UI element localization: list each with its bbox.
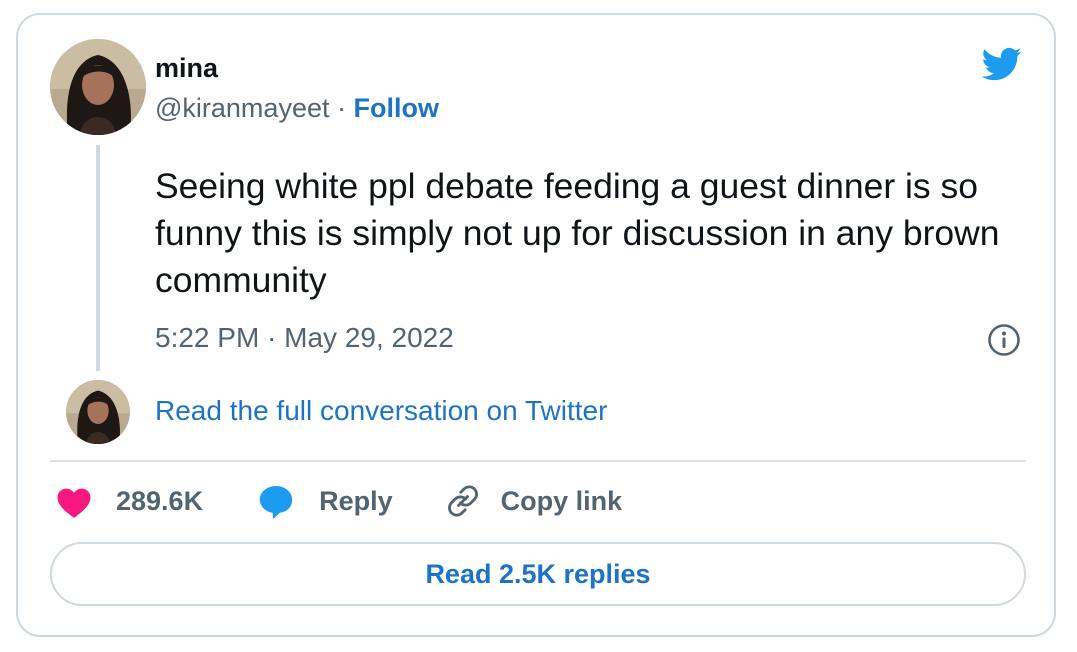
- separator-dot: ·: [337, 93, 346, 123]
- tweet-text: Seeing white ppl debate feeding a guest …: [155, 166, 1000, 300]
- avatar[interactable]: [50, 39, 146, 135]
- reply-button[interactable]: Reply: [257, 482, 393, 520]
- copy-link-label: Copy link: [500, 485, 623, 516]
- avatar-photo-small: [66, 380, 130, 444]
- embedded-tweet-card: mina @kiranmayeet · Follow Seeing white …: [16, 13, 1056, 637]
- follow-button[interactable]: Follow: [354, 93, 439, 123]
- action-bar: 289.6K Reply Copy link: [56, 481, 622, 521]
- link-icon: [445, 483, 481, 519]
- copy-link-button[interactable]: Copy link: [445, 483, 623, 519]
- read-conversation-link[interactable]: Read the full conversation on Twitter: [155, 395, 607, 427]
- reply-label: Reply: [319, 485, 393, 516]
- avatar-photo: [50, 39, 146, 135]
- like-count: 289.6K: [116, 485, 204, 516]
- tweet-timestamp[interactable]: 5:22 PM · May 29, 2022: [155, 322, 454, 354]
- read-replies-label: Read 2.5K replies: [425, 558, 651, 589]
- speech-bubble-icon: [257, 482, 295, 520]
- display-name[interactable]: mina: [155, 53, 218, 84]
- user-handle[interactable]: @kiranmayeet: [155, 93, 329, 123]
- like-button[interactable]: 289.6K: [56, 485, 203, 518]
- heart-icon: [56, 485, 92, 518]
- twitter-bird-icon[interactable]: [976, 43, 1026, 85]
- avatar-small[interactable]: [66, 380, 130, 444]
- handle-row: @kiranmayeet · Follow: [155, 93, 439, 124]
- info-icon[interactable]: [987, 323, 1021, 357]
- thread-line: [96, 145, 100, 371]
- divider: [50, 460, 1026, 462]
- read-replies-button[interactable]: Read 2.5K replies: [50, 542, 1026, 606]
